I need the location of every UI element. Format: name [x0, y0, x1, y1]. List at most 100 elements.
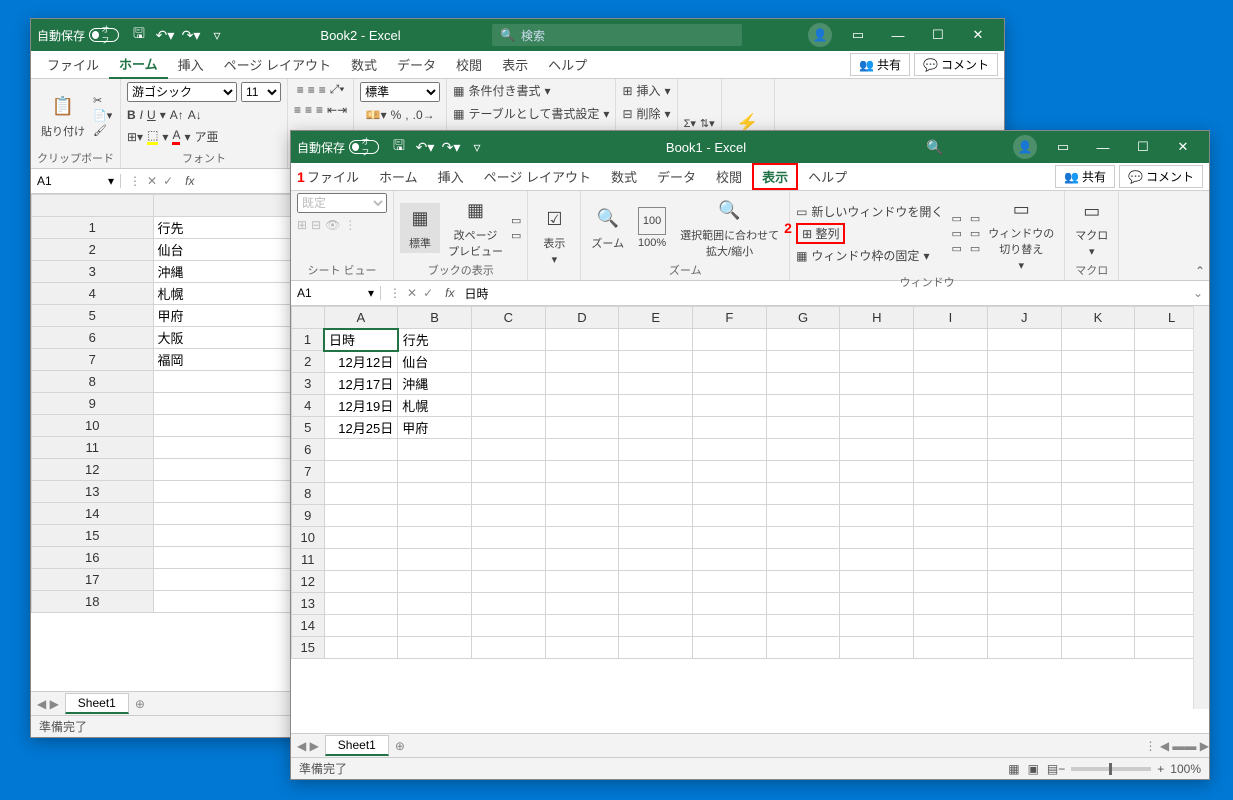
account-avatar[interactable]: 👤	[1013, 135, 1037, 159]
page-layout-icon[interactable]: ▭	[511, 214, 521, 227]
cell[interactable]	[619, 593, 693, 615]
tab-view[interactable]: 表示	[492, 51, 538, 78]
cell[interactable]	[914, 571, 988, 593]
cell[interactable]	[1061, 527, 1135, 549]
minimize-button[interactable]: —	[878, 19, 918, 51]
tab-layout[interactable]: ページ レイアウト	[214, 51, 341, 78]
cell[interactable]	[693, 461, 767, 483]
cell[interactable]	[619, 527, 693, 549]
cell[interactable]	[1061, 615, 1135, 637]
freeze-panes-button[interactable]: ▦ ウィンドウ枠の固定 ▾	[796, 246, 929, 265]
cell[interactable]	[471, 549, 545, 571]
cell[interactable]: 12月19日	[324, 395, 398, 417]
cell[interactable]	[398, 527, 472, 549]
cell[interactable]	[987, 417, 1061, 439]
cancel-icon[interactable]: ✕	[407, 286, 417, 300]
cell[interactable]	[619, 417, 693, 439]
cell[interactable]	[471, 395, 545, 417]
number-format-select[interactable]: 標準	[360, 82, 440, 102]
cell[interactable]	[766, 505, 840, 527]
cell[interactable]	[693, 329, 767, 351]
close-button[interactable]: ✕	[1163, 131, 1203, 163]
tab-file[interactable]: ファイル	[297, 163, 369, 190]
cell[interactable]	[545, 527, 619, 549]
pagebreak-view-button[interactable]: ▦改ページ プレビュー	[444, 195, 507, 261]
cell[interactable]	[840, 571, 914, 593]
cell[interactable]	[1061, 351, 1135, 373]
cell[interactable]	[766, 549, 840, 571]
cell[interactable]	[693, 439, 767, 461]
cell[interactable]	[840, 461, 914, 483]
add-sheet-icon[interactable]: ⊕	[129, 697, 151, 711]
cell[interactable]	[545, 615, 619, 637]
cell[interactable]	[987, 483, 1061, 505]
cell[interactable]	[545, 329, 619, 351]
cell[interactable]	[840, 615, 914, 637]
cell[interactable]	[1061, 637, 1135, 659]
minimize-button[interactable]: —	[1083, 131, 1123, 163]
cell[interactable]	[1061, 329, 1135, 351]
border-icon[interactable]: ⊞▾	[127, 130, 143, 144]
cell[interactable]	[1061, 483, 1135, 505]
cell[interactable]	[840, 439, 914, 461]
cell[interactable]	[693, 615, 767, 637]
expand-formula-icon[interactable]: ⌄	[1187, 286, 1209, 300]
decrease-font-icon[interactable]: A↓	[188, 108, 202, 122]
cell[interactable]: 甲府	[398, 417, 472, 439]
add-sheet-icon[interactable]: ⊕	[389, 739, 411, 753]
cell[interactable]	[471, 329, 545, 351]
copy-icon[interactable]: 📄▾	[93, 109, 112, 122]
name-box[interactable]: A1▾	[291, 286, 381, 300]
redo-icon[interactable]: ↷▾	[439, 135, 463, 159]
autosave-toggle[interactable]: オフ	[89, 28, 119, 42]
cell[interactable]	[1061, 549, 1135, 571]
cell[interactable]	[840, 329, 914, 351]
cell[interactable]	[545, 637, 619, 659]
tab-help[interactable]: ヘルプ	[798, 163, 857, 190]
cell[interactable]: 行先	[398, 329, 472, 351]
cell[interactable]	[693, 505, 767, 527]
cell[interactable]: 沖縄	[398, 373, 472, 395]
cell[interactable]	[619, 505, 693, 527]
enter-icon[interactable]: ✓	[163, 174, 173, 188]
cell[interactable]	[987, 593, 1061, 615]
cell[interactable]	[987, 615, 1061, 637]
zoom-button[interactable]: 🔍ズーム	[587, 203, 628, 253]
arrange-button[interactable]: ⊞ 整列	[796, 223, 845, 244]
side-icon-3[interactable]: ▭	[970, 242, 980, 255]
indent-icon[interactable]: ⇤⇥	[327, 103, 347, 117]
cell[interactable]	[1061, 593, 1135, 615]
side-icon-2[interactable]: ▭	[970, 227, 980, 240]
cell[interactable]	[840, 527, 914, 549]
switch-window-button[interactable]: ▭ウィンドウの 切り替え▾	[984, 193, 1058, 274]
sort-filter-icon[interactable]: ⇅▾	[700, 117, 715, 130]
cell[interactable]	[471, 571, 545, 593]
cell[interactable]	[914, 461, 988, 483]
ruby-icon[interactable]: ア亜	[195, 128, 219, 145]
name-box[interactable]: A1▾	[31, 174, 121, 188]
undo-icon[interactable]: ↶▾	[413, 135, 437, 159]
cell[interactable]	[766, 439, 840, 461]
cell[interactable]	[545, 571, 619, 593]
align-bottom-icon[interactable]: ≡	[319, 83, 326, 97]
cell[interactable]	[987, 395, 1061, 417]
cell[interactable]	[324, 571, 398, 593]
cell[interactable]	[693, 593, 767, 615]
cell[interactable]	[987, 461, 1061, 483]
cell[interactable]	[987, 439, 1061, 461]
cell[interactable]	[619, 615, 693, 637]
fill-color-icon[interactable]: ⬚	[147, 128, 158, 145]
insert-cells-button[interactable]: ⊞ 挿入 ▾	[622, 81, 670, 100]
cell[interactable]	[324, 549, 398, 571]
cell[interactable]	[619, 549, 693, 571]
cell[interactable]	[545, 483, 619, 505]
cell[interactable]: 日時	[324, 329, 398, 351]
cell[interactable]	[471, 461, 545, 483]
cell[interactable]	[324, 527, 398, 549]
cell[interactable]	[324, 615, 398, 637]
cell[interactable]	[324, 461, 398, 483]
cell[interactable]	[471, 637, 545, 659]
cell[interactable]	[987, 637, 1061, 659]
format-painter-icon[interactable]: 🖌	[93, 124, 112, 137]
bold-button[interactable]: B	[127, 108, 136, 122]
